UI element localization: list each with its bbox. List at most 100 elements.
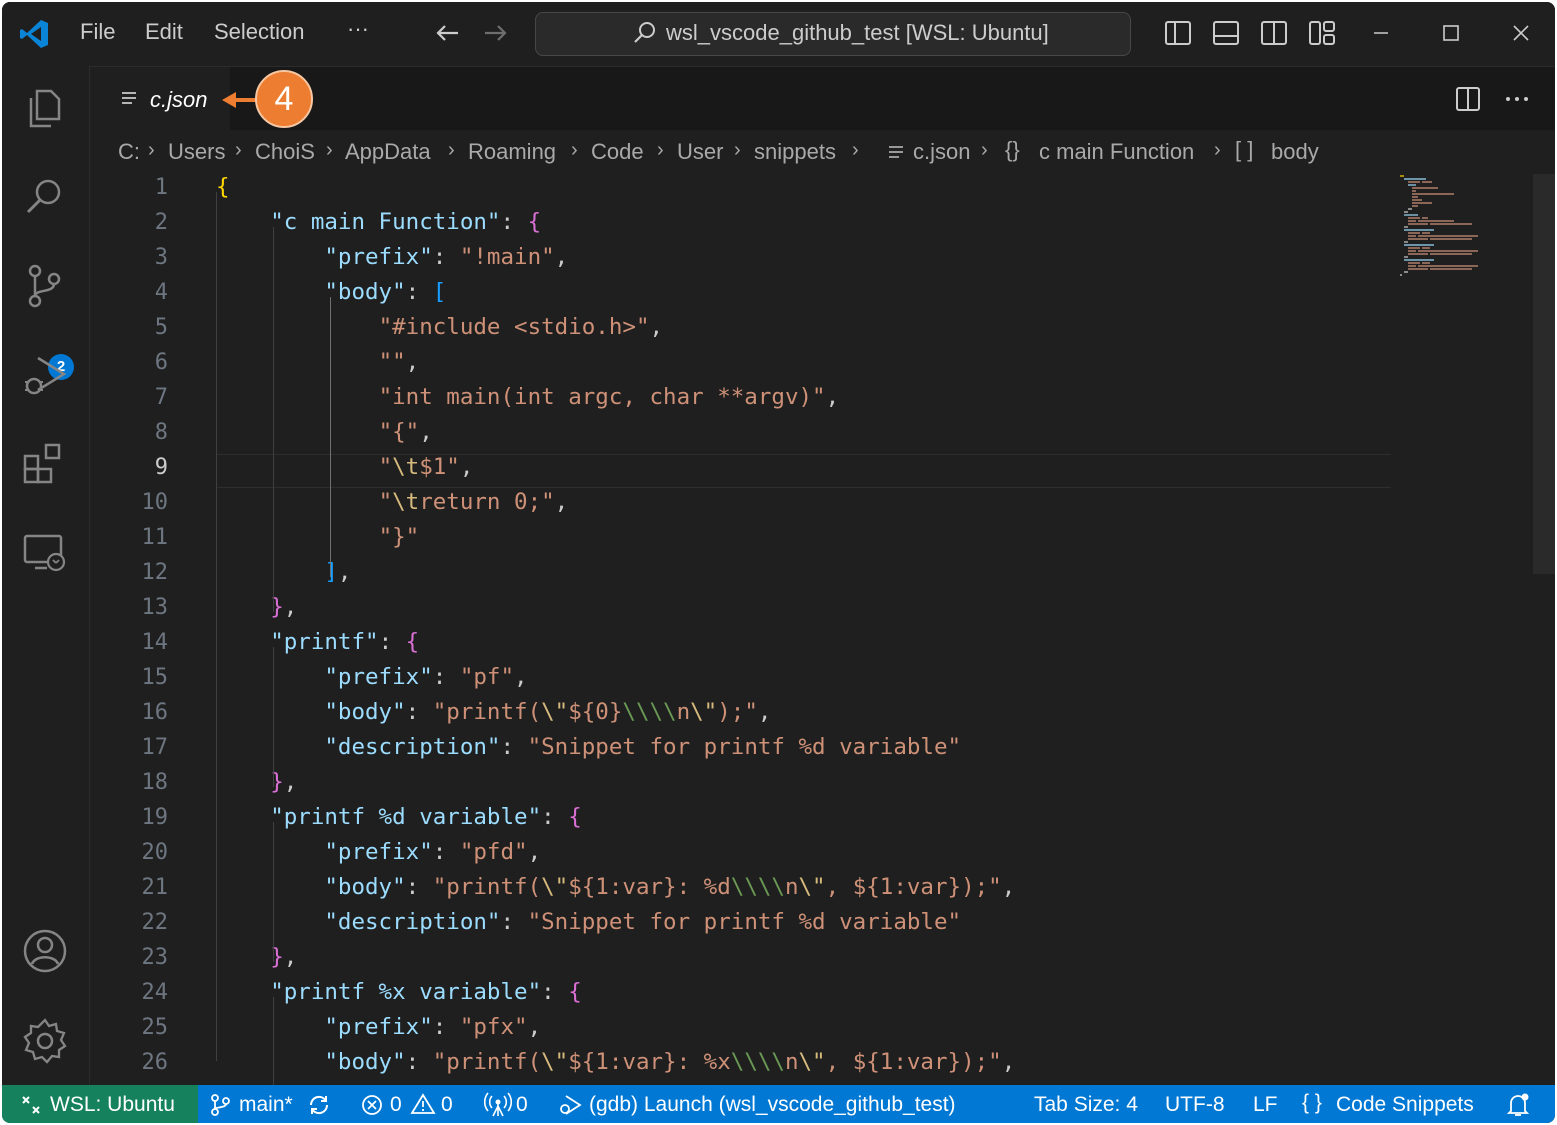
- line-number: 5: [154, 315, 168, 340]
- warning-icon[interactable]: [410, 1092, 436, 1116]
- code-token: ,: [1001, 1049, 1016, 1075]
- code-token: ,: [419, 419, 433, 445]
- breadcrumb-item[interactable]: snippets: [754, 139, 836, 165]
- encoding[interactable]: UTF-8: [1165, 1093, 1225, 1117]
- breadcrumb-item[interactable]: c.json: [913, 139, 970, 165]
- code-token: :: [500, 909, 528, 935]
- code-token: ,: [514, 664, 528, 690]
- toggle-secondary-sidebar-icon[interactable]: [1259, 18, 1289, 48]
- code-token: $1": [419, 454, 460, 480]
- code-token: ,: [554, 244, 569, 270]
- split-editor-icon[interactable]: [1454, 85, 1482, 113]
- code-token: \": [541, 699, 569, 725]
- breadcrumb-item[interactable]: C:: [118, 139, 140, 165]
- code-line: "int main(int argc, char **argv)",: [216, 384, 840, 410]
- end-of-line[interactable]: LF: [1253, 1093, 1278, 1117]
- ports-count[interactable]: 0: [516, 1093, 528, 1117]
- line-number: 7: [154, 385, 168, 410]
- code-token: \t: [392, 454, 420, 480]
- language-braces-icon: { }: [1302, 1091, 1322, 1114]
- minimize-icon[interactable]: [1366, 18, 1396, 48]
- file-lines-icon: [889, 146, 903, 158]
- toggle-panel-icon[interactable]: [1211, 18, 1241, 48]
- code-editor[interactable]: 1 2 3 4 5 6 7 8 9 10 11 12 13 14 15 16 17 18 19 20 21 22 23 24 2…: [90, 174, 1555, 1085]
- code-line: "body": "printf(\"${1:var}: %x\\\\n\", $…: [216, 1049, 1015, 1075]
- code-token: );": [717, 699, 758, 725]
- ports-antenna-icon[interactable]: [484, 1092, 512, 1118]
- language-mode[interactable]: Code Snippets: [1336, 1093, 1474, 1117]
- code-token: ,: [405, 349, 420, 375]
- extensions-icon[interactable]: [20, 439, 70, 489]
- code-token: :: [405, 874, 433, 900]
- search-icon[interactable]: [20, 172, 70, 222]
- notifications-bell-icon[interactable]: [1505, 1092, 1531, 1118]
- breadcrumb-item[interactable]: Roaming: [468, 139, 556, 165]
- warning-count[interactable]: 0: [441, 1093, 453, 1117]
- line-number: 3: [154, 245, 168, 270]
- more-actions-icon[interactable]: [1503, 85, 1531, 113]
- tab-c-json[interactable]: c.json: [90, 67, 230, 130]
- breadcrumb-item[interactable]: AppData: [345, 139, 431, 165]
- remote-explorer-icon[interactable]: [20, 528, 70, 578]
- minimap[interactable]: [1398, 174, 1498, 284]
- breadcrumb-item[interactable]: ChoiS: [255, 139, 315, 165]
- remote-indicator[interactable]: WSL: Ubuntu: [2, 1085, 198, 1123]
- code-token: "description": [324, 734, 501, 760]
- menu-file[interactable]: File: [80, 19, 115, 45]
- remote-label: WSL: Ubuntu: [50, 1093, 175, 1116]
- code-token: n: [784, 874, 799, 900]
- breadcrumb-item[interactable]: Code: [591, 139, 644, 165]
- maximize-icon[interactable]: [1436, 18, 1466, 48]
- code-token: [: [432, 279, 447, 305]
- git-branch-label[interactable]: main*: [239, 1093, 293, 1117]
- explorer-icon[interactable]: [20, 83, 70, 133]
- customize-layout-icon[interactable]: [1307, 18, 1337, 48]
- forward-arrow-icon[interactable]: [481, 18, 511, 48]
- breadcrumb-item[interactable]: User: [677, 139, 723, 165]
- code-token: ,: [757, 699, 772, 725]
- sync-icon[interactable]: [306, 1093, 332, 1117]
- code-token: ,: [283, 944, 298, 970]
- tab-size[interactable]: Tab Size: 4: [1034, 1093, 1138, 1117]
- vertical-scrollbar[interactable]: [1533, 174, 1555, 574]
- code-token: \t: [392, 489, 420, 515]
- chevron-right-icon: ›: [981, 139, 988, 161]
- line-number: 12: [141, 560, 169, 585]
- debug-configuration[interactable]: (gdb) Launch (wsl_vscode_github_test): [589, 1093, 956, 1117]
- code-token: ,: [283, 769, 298, 795]
- title-bar: File Edit Selection ··· wsl_vscode_githu…: [2, 2, 1555, 67]
- code-line: "c main Function": {: [216, 209, 541, 235]
- run-and-debug-icon[interactable]: [20, 350, 70, 400]
- code-token: :: [432, 244, 460, 270]
- menu-more[interactable]: ···: [347, 16, 369, 42]
- code-token: :: [432, 839, 460, 865]
- debug-launch-icon[interactable]: [557, 1093, 583, 1117]
- close-icon[interactable]: [1506, 18, 1536, 48]
- chevron-right-icon: ›: [148, 139, 155, 161]
- line-number: 23: [141, 945, 169, 970]
- error-icon[interactable]: [360, 1093, 384, 1117]
- breadcrumb-item[interactable]: c main Function: [1039, 139, 1194, 165]
- accounts-icon[interactable]: [20, 926, 70, 976]
- toggle-primary-sidebar-icon[interactable]: [1163, 18, 1193, 48]
- manage-gear-icon[interactable]: [20, 1016, 70, 1066]
- chevron-right-icon: ›: [734, 139, 741, 161]
- menu-selection[interactable]: Selection: [214, 19, 305, 45]
- code-line: ],: [216, 559, 351, 585]
- code-line: "#include <stdio.h>",: [216, 314, 663, 340]
- code-line: },: [216, 594, 297, 620]
- breadcrumb-item[interactable]: Users: [168, 139, 225, 165]
- code-token: "Snippet for printf %d variable": [527, 734, 962, 760]
- menu-edit[interactable]: Edit: [145, 19, 183, 45]
- activity-bar: 2: [2, 66, 90, 1085]
- breadcrumb-item[interactable]: body: [1271, 139, 1319, 165]
- code-token: "{": [378, 419, 420, 445]
- source-control-icon[interactable]: [20, 261, 70, 311]
- back-arrow-icon[interactable]: [432, 18, 462, 48]
- error-count[interactable]: 0: [390, 1093, 402, 1117]
